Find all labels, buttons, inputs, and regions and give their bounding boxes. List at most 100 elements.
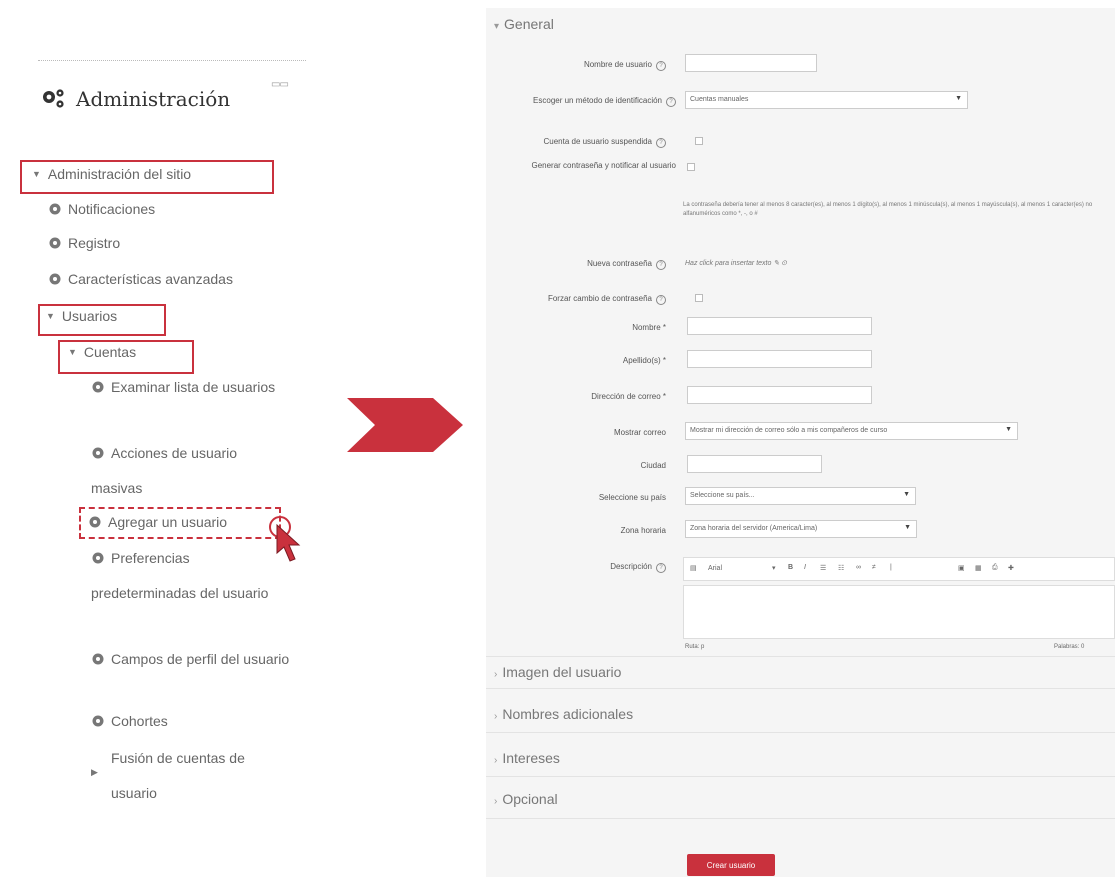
nav-label: Examinar lista de usuarios xyxy=(111,379,276,395)
country-select[interactable]: Seleccione su país... ▼ xyxy=(685,487,916,505)
gear-icon xyxy=(92,715,104,727)
nav-label: Fusión de cuentas de usuario xyxy=(111,750,245,801)
nav-browse-users[interactable]: Examinar lista de usuarios xyxy=(91,370,291,405)
section-optional[interactable]: › Opcional xyxy=(494,791,558,807)
chevron-down-icon: ▼ xyxy=(903,491,910,498)
section-interests[interactable]: › Intereses xyxy=(494,750,560,766)
auth-method-label: Escoger un método de identificación? xyxy=(486,95,676,107)
link-icon[interactable]: ∞ xyxy=(856,564,861,571)
help-icon[interactable]: ? xyxy=(666,97,676,107)
caret-right-icon: › xyxy=(494,796,498,807)
section-title: Nombres adicionales xyxy=(502,706,634,722)
section-title: Imagen del usuario xyxy=(502,664,622,680)
nav-profile-fields[interactable]: Campos de perfil del usuario xyxy=(91,642,291,677)
pencil-icon[interactable]: ✎ xyxy=(773,260,779,267)
highlight-accounts xyxy=(58,340,194,374)
generate-password-label: Generar contraseña y notificar al usuari… xyxy=(531,161,676,170)
nav-bulk-user-actions[interactable]: Acciones de usuario masivas xyxy=(91,436,291,506)
bullet-list-icon[interactable]: ☰ xyxy=(820,564,826,572)
force-change-checkbox[interactable] xyxy=(695,294,703,302)
description-editor[interactable] xyxy=(683,585,1115,639)
city-input[interactable] xyxy=(687,455,822,473)
force-change-label: Forzar cambio de contraseña? xyxy=(486,293,666,305)
image-icon[interactable]: ▣ xyxy=(958,564,965,572)
password-policy-note: La contraseña debería tener al menos 8 c… xyxy=(683,202,1093,217)
help-icon[interactable]: ? xyxy=(656,295,666,305)
firstname-label: Nombre * xyxy=(632,323,666,332)
bold-icon[interactable]: B xyxy=(788,564,793,571)
nav-label: Características avanzadas xyxy=(68,271,233,287)
media-icon[interactable]: ▦ xyxy=(975,564,982,572)
username-input[interactable] xyxy=(685,54,817,72)
nav-label: Registro xyxy=(68,235,121,251)
accessibility-icon[interactable]: ✚ xyxy=(1008,564,1014,572)
nav-notifications[interactable]: Notificaciones xyxy=(48,201,155,217)
nav-merge-accounts[interactable]: Fusión de cuentas de usuario xyxy=(111,741,281,811)
description-label: Descripción? xyxy=(486,561,666,573)
unlink-icon[interactable]: ≠ xyxy=(872,564,876,571)
caret-right-icon: › xyxy=(494,711,498,722)
timezone-label: Zona horaria xyxy=(620,526,666,535)
suspended-label: Cuenta de usuario suspendida? xyxy=(486,136,666,148)
cogs-icon xyxy=(43,89,64,108)
admin-block-title: Administración xyxy=(76,87,231,111)
timezone-select[interactable]: Zona horaria del servidor (America/Lima)… xyxy=(685,520,917,538)
chevron-down-icon[interactable]: ▾ xyxy=(772,564,776,572)
admin-block: ▭▭ Administración ▼ Administración del s… xyxy=(0,0,320,877)
username-label: Nombre de usuario? xyxy=(486,59,666,71)
create-user-button[interactable]: Crear usuario xyxy=(687,854,775,876)
block-dock-icon[interactable]: ▭▭ xyxy=(271,79,289,90)
editor-toolbar: ▤ Arial ▾ B I ☰ ☷ ∞ ≠ | ▣ ▦ ⎙ ✚ xyxy=(683,557,1115,581)
section-divider xyxy=(486,776,1115,777)
section-divider xyxy=(486,688,1115,689)
email-input[interactable] xyxy=(687,386,872,404)
eye-icon[interactable]: ⊙ xyxy=(781,260,787,267)
section-general-header[interactable]: ▾ General xyxy=(494,16,554,32)
highlight-add-user xyxy=(79,507,281,539)
nav-default-preferences[interactable]: Preferencias predeterminadas del usuario xyxy=(91,541,291,611)
gear-icon xyxy=(49,273,61,285)
suspended-checkbox[interactable] xyxy=(695,137,703,145)
lastname-input[interactable] xyxy=(687,350,872,368)
chevron-down-icon: ▼ xyxy=(955,95,962,102)
generate-password-checkbox[interactable] xyxy=(687,163,695,171)
nav-logs[interactable]: Registro xyxy=(48,235,120,251)
section-divider xyxy=(486,656,1115,657)
caret-right-icon: › xyxy=(494,669,498,680)
chevron-arrow-icon xyxy=(347,398,463,452)
italic-icon[interactable]: I xyxy=(804,564,806,571)
firstname-input[interactable] xyxy=(687,317,872,335)
city-label: Ciudad xyxy=(640,461,666,470)
caret-right-icon[interactable]: ▶ xyxy=(91,767,98,778)
chevron-down-icon: ▼ xyxy=(1005,426,1012,433)
toolbar-toggle-icon[interactable]: ▤ xyxy=(690,564,697,572)
file-icon[interactable]: ⎙ xyxy=(992,564,998,572)
separator-icon: | xyxy=(890,564,892,571)
nav-cohorts[interactable]: Cohortes xyxy=(91,713,168,729)
numbered-list-icon[interactable]: ☷ xyxy=(838,564,844,572)
section-additional-names[interactable]: › Nombres adicionales xyxy=(494,706,633,722)
editor-word-count: Palabras: 0 xyxy=(1054,644,1085,650)
help-icon[interactable]: ? xyxy=(656,138,666,148)
nav-label: Acciones de usuario masivas xyxy=(91,445,238,496)
show-email-select[interactable]: Mostrar mi dirección de correo sólo a mi… xyxy=(685,422,1018,440)
section-divider xyxy=(486,818,1115,819)
new-password-label: Nueva contraseña? xyxy=(486,258,666,270)
font-family-select[interactable]: Arial xyxy=(708,565,722,572)
help-icon[interactable]: ? xyxy=(656,260,666,270)
show-email-label: Mostrar correo xyxy=(613,428,666,437)
nav-advanced-features[interactable]: Características avanzadas xyxy=(48,271,233,287)
nav-label: Campos de perfil del usuario xyxy=(111,651,290,667)
editor-path: Ruta: p xyxy=(685,644,705,650)
gear-icon xyxy=(92,447,104,459)
section-title: Opcional xyxy=(502,791,558,807)
caret-right-icon: › xyxy=(494,755,498,766)
auth-method-select[interactable]: Cuentas manuales ▼ xyxy=(685,91,968,109)
help-icon[interactable]: ? xyxy=(656,563,666,573)
highlight-site-admin xyxy=(20,160,274,194)
nav-label: Notificaciones xyxy=(68,201,156,217)
section-user-picture[interactable]: › Imagen del usuario xyxy=(494,664,621,680)
help-icon[interactable]: ? xyxy=(656,61,666,71)
gear-icon xyxy=(92,653,104,665)
new-password-field[interactable]: Haz click para insertar texto ✎ ⊙ xyxy=(685,259,787,267)
